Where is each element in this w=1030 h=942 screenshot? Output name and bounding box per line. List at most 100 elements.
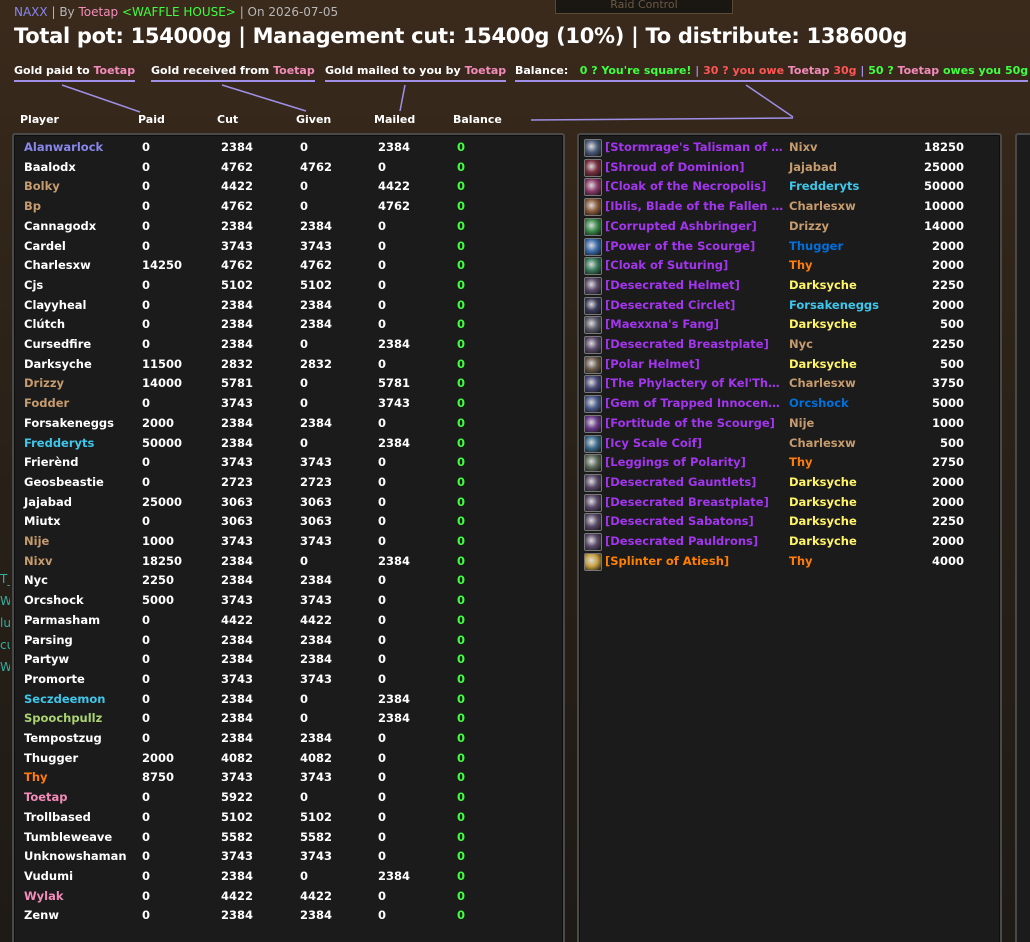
sword-icon[interactable] bbox=[584, 198, 602, 217]
phylactery-icon[interactable] bbox=[584, 375, 602, 394]
loot-winner[interactable]: Darksyche bbox=[789, 315, 857, 335]
loot-winner[interactable]: Darksyche bbox=[789, 276, 857, 296]
player-row[interactable]: Cursedfire 0 2384 0 2384 0 bbox=[14, 335, 554, 355]
loot-row[interactable]: [Cloak of Suturing] Thy 2000 bbox=[579, 256, 999, 276]
player-name[interactable]: Cannagodx bbox=[24, 217, 96, 237]
player-name[interactable]: Fodder bbox=[24, 394, 69, 414]
player-row[interactable]: Cannagodx 0 2384 2384 0 0 bbox=[14, 217, 554, 237]
loot-winner[interactable]: Nyc bbox=[789, 335, 813, 355]
col-header-balance[interactable]: Balance bbox=[453, 113, 502, 126]
loot-row[interactable]: [Corrupted Ashbringer] Drizzy 14000 bbox=[579, 217, 999, 237]
loot-row[interactable]: [Fortitude of the Scourge] Nije 1000 bbox=[579, 414, 999, 434]
player-row[interactable]: Unknowshaman 0 3743 3743 0 0 bbox=[14, 847, 554, 867]
player-name[interactable]: Promorte bbox=[24, 670, 85, 690]
player-row[interactable]: Parsing 0 2384 2384 0 0 bbox=[14, 631, 554, 651]
loot-row[interactable]: [Desecrated Pauldrons] Darksyche 2000 bbox=[579, 532, 999, 552]
col-header-given[interactable]: Given bbox=[296, 113, 331, 126]
player-row[interactable]: Vudumi 0 2384 0 2384 0 bbox=[14, 867, 554, 887]
loot-row[interactable]: [Power of the Scourge] Thugger 2000 bbox=[579, 237, 999, 257]
loot-winner[interactable]: Charlesxw bbox=[789, 374, 856, 394]
player-name[interactable]: Toetap bbox=[24, 788, 68, 808]
loot-winner[interactable]: Thy bbox=[789, 552, 813, 572]
player-name[interactable]: Alanwarlock bbox=[24, 138, 103, 158]
coif-icon[interactable] bbox=[584, 434, 602, 453]
loot-item-link[interactable]: [Cloak of the Necropolis] bbox=[605, 177, 785, 197]
player-row[interactable]: Clayyheal 0 2384 2384 0 0 bbox=[14, 296, 554, 316]
player-row[interactable]: Baalodx 0 4762 4762 0 0 bbox=[14, 158, 554, 178]
loot-winner[interactable]: Darksyche bbox=[789, 512, 857, 532]
loot-winner[interactable]: Charlesxw bbox=[789, 434, 856, 454]
player-name[interactable]: Partyw bbox=[24, 650, 69, 670]
player-name[interactable]: Darksyche bbox=[24, 355, 92, 375]
loot-row[interactable]: [The Phylactery of Kel'Thuzad] Charlesxw 3… bbox=[579, 374, 999, 394]
player-name[interactable]: Vudumi bbox=[24, 867, 73, 887]
loot-winner[interactable]: Darksyche bbox=[789, 473, 857, 493]
player-name[interactable]: Orcshock bbox=[24, 591, 84, 611]
loot-item-link[interactable]: [Corrupted Ashbringer] bbox=[605, 217, 785, 237]
loot-row[interactable]: [Splinter of Atiesh] Thy 4000 bbox=[579, 552, 999, 572]
player-row[interactable]: Bp 0 4762 0 4762 0 bbox=[14, 197, 554, 217]
player-name[interactable]: Forsakeneggs bbox=[24, 414, 114, 434]
cloak-icon[interactable] bbox=[584, 158, 602, 177]
player-row[interactable]: Alanwarlock 0 2384 0 2384 0 bbox=[14, 138, 554, 158]
player-row[interactable]: Thugger 2000 4082 4082 0 0 bbox=[14, 749, 554, 769]
loot-item-link[interactable]: [Desecrated Helmet] bbox=[605, 276, 785, 296]
loot-winner[interactable]: Darksyche bbox=[789, 532, 857, 552]
player-name[interactable]: Nyc bbox=[24, 571, 48, 591]
gem-icon[interactable] bbox=[584, 395, 602, 414]
loot-row[interactable]: [Maexxna's Fang] Darksyche 500 bbox=[579, 315, 999, 335]
player-name[interactable]: Parsing bbox=[24, 631, 73, 651]
loot-item-link[interactable]: [Maexxna's Fang] bbox=[605, 315, 785, 335]
loot-item-link[interactable]: [Fortitude of the Scourge] bbox=[605, 414, 785, 434]
loot-item-link[interactable]: [The Phylactery of Kel'Thuzad] bbox=[605, 374, 785, 394]
col-header-player[interactable]: Player bbox=[20, 113, 59, 126]
player-name[interactable]: Bp bbox=[24, 197, 41, 217]
player-name[interactable]: Cursedfire bbox=[24, 335, 91, 355]
loot-item-link[interactable]: [Desecrated Sabatons] bbox=[605, 512, 785, 532]
player-row[interactable]: Forsakeneggs 2000 2384 2384 0 0 bbox=[14, 414, 554, 434]
player-row[interactable]: Tumbleweave 0 5582 5582 0 0 bbox=[14, 828, 554, 848]
loot-winner[interactable]: Thugger bbox=[789, 237, 843, 257]
player-row[interactable]: Fredderyts 50000 2384 0 2384 0 bbox=[14, 434, 554, 454]
player-row[interactable]: Partyw 0 2384 2384 0 0 bbox=[14, 650, 554, 670]
player-row[interactable]: Bolky 0 4422 0 4422 0 bbox=[14, 177, 554, 197]
dagger-icon[interactable] bbox=[584, 316, 602, 335]
helmet-icon[interactable] bbox=[584, 276, 602, 295]
loot-winner[interactable]: Thy bbox=[789, 256, 813, 276]
col-header-mailed[interactable]: Mailed bbox=[374, 113, 415, 126]
player-row[interactable]: Seczdeemon 0 2384 0 2384 0 bbox=[14, 690, 554, 710]
loot-winner[interactable]: Forsakeneggs bbox=[789, 296, 879, 316]
loot-row[interactable]: [Icy Scale Coif] Charlesxw 500 bbox=[579, 434, 999, 454]
loot-item-link[interactable]: [Stormrage's Talisman of Seet… bbox=[605, 138, 785, 158]
loot-item-link[interactable]: [Polar Helmet] bbox=[605, 355, 785, 375]
player-row[interactable]: Tempostzug 0 2384 2384 0 0 bbox=[14, 729, 554, 749]
loot-item-link[interactable]: [Shroud of Dominion] bbox=[605, 158, 785, 178]
col-header-cut[interactable]: Cut bbox=[217, 113, 238, 126]
leggings-icon[interactable] bbox=[584, 454, 602, 473]
player-name[interactable]: Thugger bbox=[24, 749, 78, 769]
loot-winner[interactable]: Nije bbox=[789, 414, 814, 434]
player-name[interactable]: Cardel bbox=[24, 237, 66, 257]
loot-item-link[interactable]: [Gem of Trapped Innocents] bbox=[605, 394, 785, 414]
orb-icon[interactable] bbox=[584, 237, 602, 256]
player-name[interactable]: Unknowshaman bbox=[24, 847, 127, 867]
loot-row[interactable]: [Leggings of Polarity] Thy 2750 bbox=[579, 453, 999, 473]
loot-item-link[interactable]: [Leggings of Polarity] bbox=[605, 453, 785, 473]
player-name[interactable]: Cjs bbox=[24, 276, 43, 296]
pauldrons-icon[interactable] bbox=[584, 533, 602, 551]
loot-winner[interactable]: Fredderyts bbox=[789, 177, 859, 197]
loot-row[interactable]: [Stormrage's Talisman of Seet…Nixv 18250 bbox=[579, 138, 999, 158]
loot-row[interactable]: [Desecrated Circlet] Forsakeneggs 2000 bbox=[579, 296, 999, 316]
loot-winner[interactable]: Drizzy bbox=[789, 217, 829, 237]
player-name[interactable]: Zenw bbox=[24, 906, 59, 926]
player-row[interactable]: Spoochpullz 0 2384 0 2384 0 bbox=[14, 709, 554, 729]
loot-row[interactable]: [Desecrated Helmet] Darksyche 2250 bbox=[579, 276, 999, 296]
loot-row[interactable]: [Gem of Trapped Innocents] Orcshock 5000 bbox=[579, 394, 999, 414]
player-name[interactable]: Clútch bbox=[24, 315, 65, 335]
player-row[interactable]: Cardel 0 3743 3743 0 0 bbox=[14, 237, 554, 257]
player-row[interactable]: Charlesxw 14250 4762 4762 0 0 bbox=[14, 256, 554, 276]
player-name[interactable]: Fredderyts bbox=[24, 434, 94, 454]
loot-item-link[interactable]: [Power of the Scourge] bbox=[605, 237, 785, 257]
loot-winner[interactable]: Orcshock bbox=[789, 394, 849, 414]
player-row[interactable]: Fodder 0 3743 0 3743 0 bbox=[14, 394, 554, 414]
